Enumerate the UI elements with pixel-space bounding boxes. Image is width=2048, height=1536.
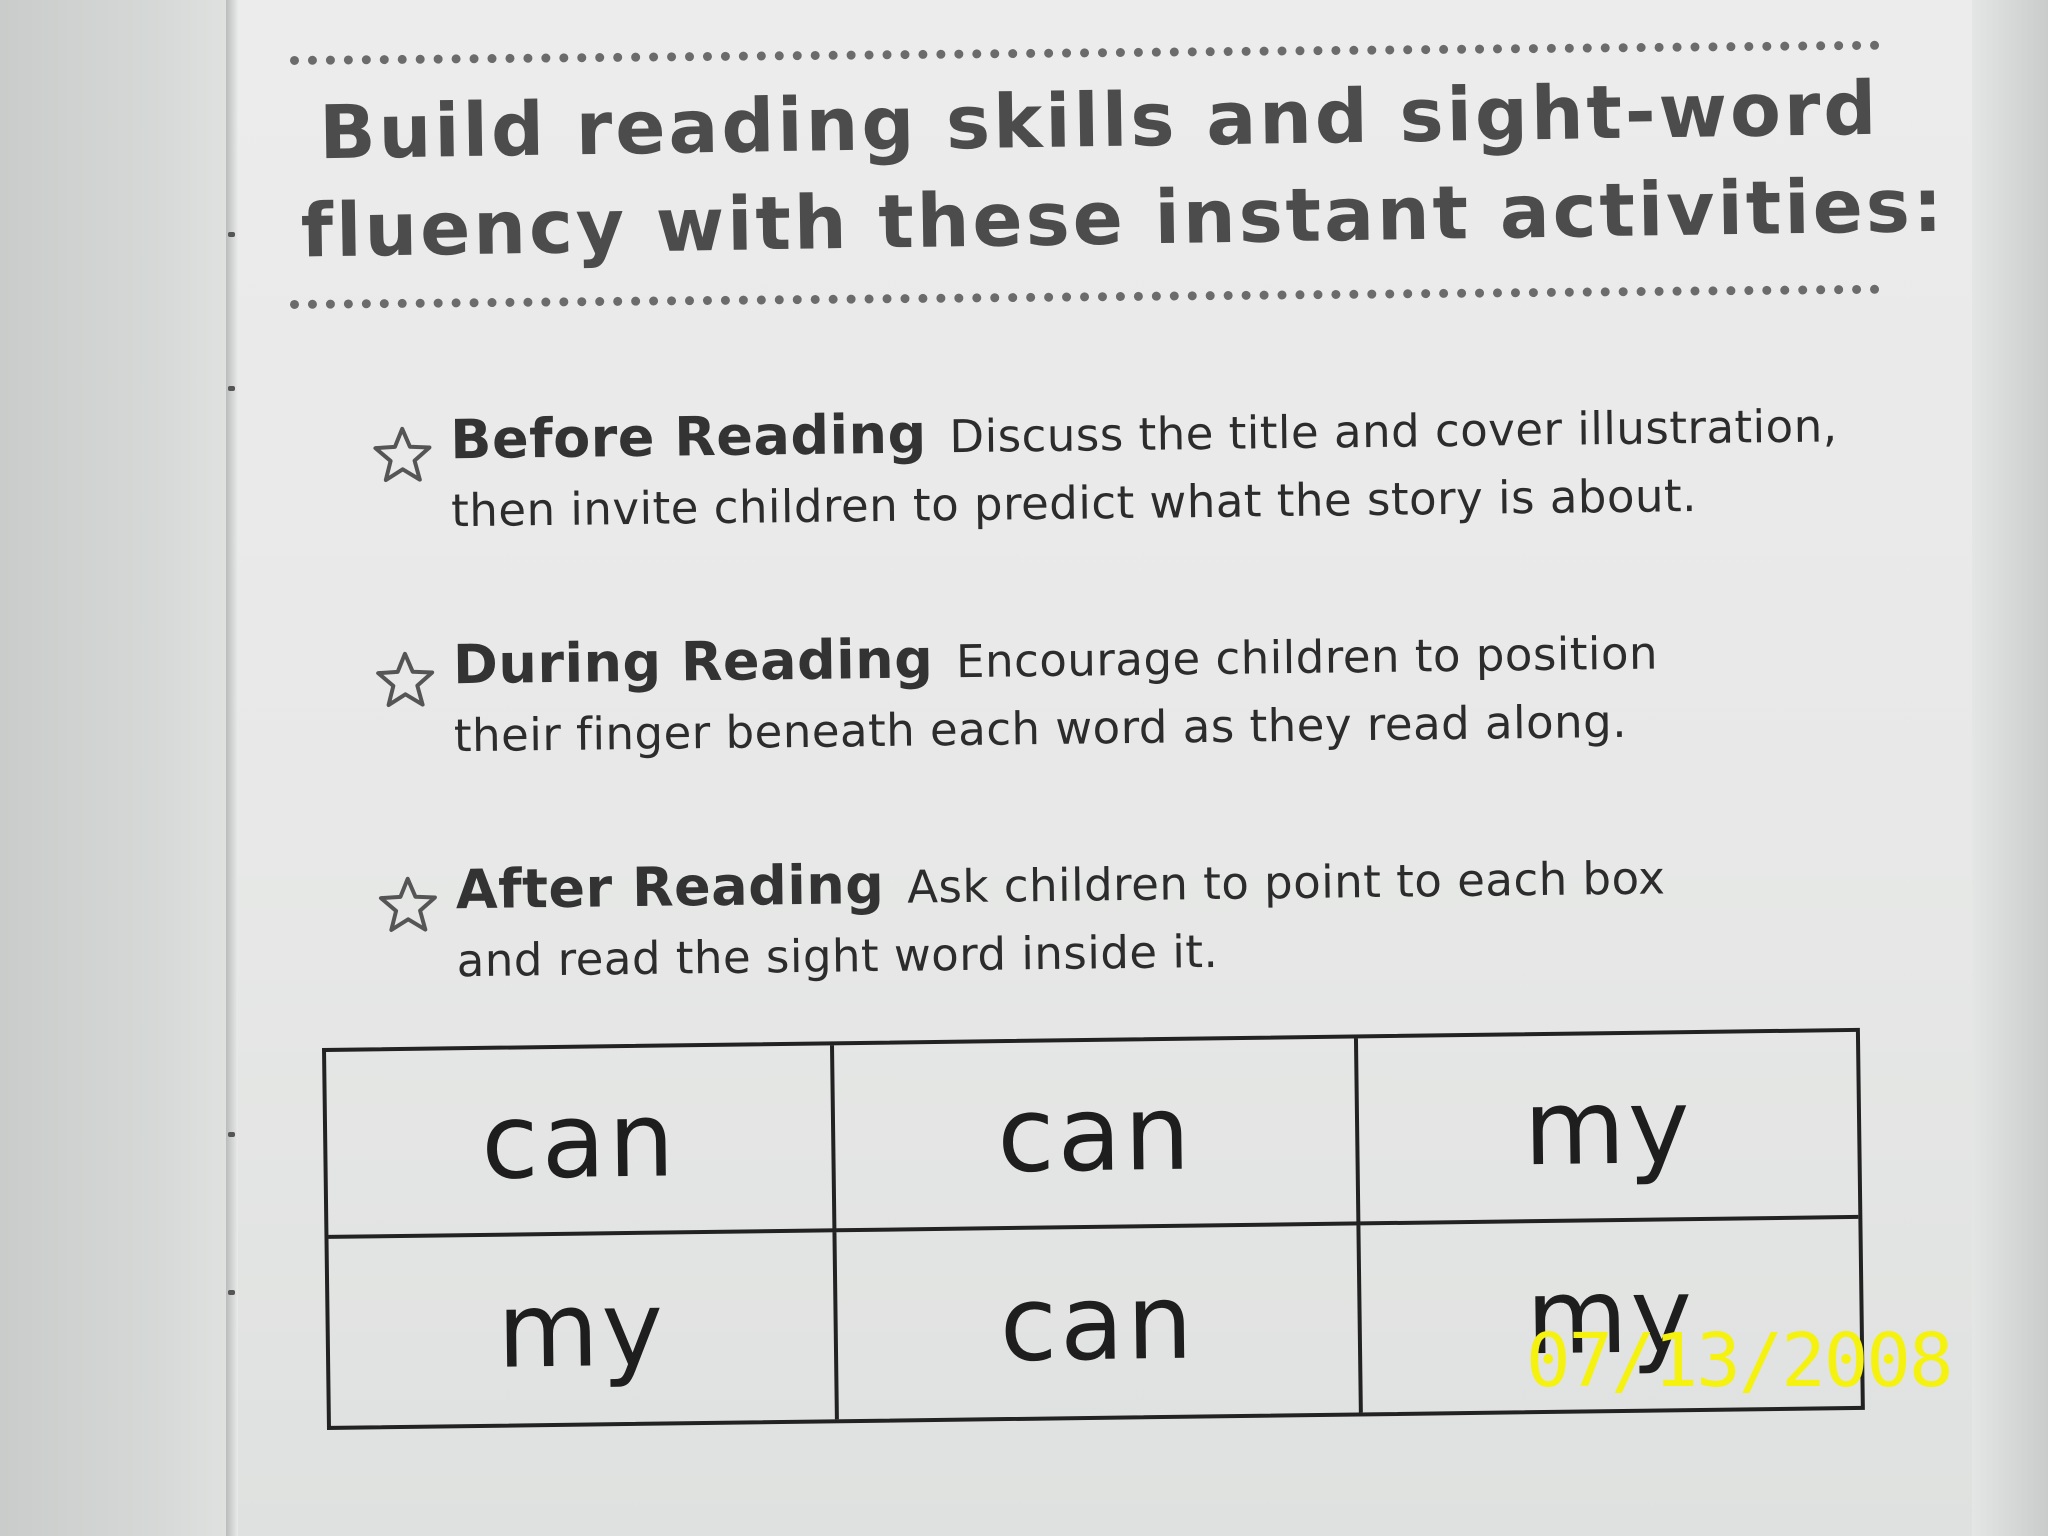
- sight-word-box: my: [328, 1232, 839, 1426]
- star-outline-icon: [373, 426, 432, 483]
- star-outline-icon: [378, 876, 437, 932]
- sight-word-box: can: [834, 1038, 1361, 1233]
- activity-description-line-1: Discuss the title and cover illustration…: [949, 399, 1838, 464]
- activity-during-reading: During Reading Encourage children to pos…: [375, 614, 1877, 771]
- page-shadow-edge: [1972, 0, 2048, 1536]
- sight-word-box: can: [836, 1225, 1363, 1420]
- activity-list: Before Reading Discuss the title and cov…: [372, 389, 1880, 1082]
- camera-date-stamp: 07/13/2008: [1526, 1318, 1954, 1404]
- activity-text: Before Reading Discuss the title and cov…: [450, 389, 1874, 545]
- sight-word-box: my: [1357, 1031, 1859, 1226]
- staple-mark: [228, 1132, 235, 1137]
- star-outline-icon: [376, 651, 435, 708]
- activity-after-reading: After Reading Ask children to point to e…: [377, 839, 1879, 996]
- activity-title: Before Reading: [449, 402, 928, 472]
- staple-mark: [228, 1290, 235, 1295]
- activity-title: During Reading: [452, 627, 934, 697]
- activity-before-reading: Before Reading Discuss the title and cov…: [372, 389, 1874, 546]
- left-page-edge: [0, 0, 232, 1536]
- activity-description-line-1: Ask children to point to each box: [906, 851, 1666, 914]
- activity-text: During Reading Encourage children to pos…: [453, 614, 1877, 770]
- page-heading: Build reading skills and sight-word flue…: [299, 59, 1946, 280]
- activity-text: After Reading Ask children to point to e…: [455, 839, 1879, 995]
- staple-mark: [228, 386, 235, 391]
- staple-mark: [228, 232, 235, 237]
- binding-gutter: [226, 0, 238, 1536]
- activity-title: After Reading: [455, 852, 885, 922]
- activity-description-line-1: Encourage children to position: [955, 626, 1659, 689]
- sight-word-box: can: [326, 1045, 837, 1239]
